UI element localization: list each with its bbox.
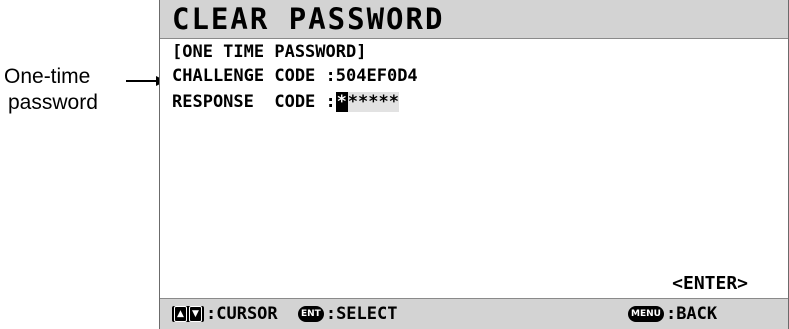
response-code-row[interactable]: RESPONSE CODE :****** — [172, 92, 399, 112]
softkey-bar: ▲ ▼:CURSOR ENT:SELECT MENU:BACK — [160, 298, 788, 329]
callout-line-2: password — [8, 91, 98, 114]
device-screen: CLEAR PASSWORD [ONE TIME PASSWORD] CHALL… — [159, 0, 789, 329]
challenge-code-value: 504EF0D4 — [335, 66, 418, 86]
select-hint: ENT:SELECT — [298, 304, 397, 324]
screen-title: CLEAR PASSWORD — [172, 2, 445, 36]
challenge-code-row: CHALLENGE CODE :504EF0D4 — [172, 66, 418, 86]
menu-key-icon: MENU — [628, 306, 664, 322]
response-code-separator: : — [315, 92, 336, 112]
select-hint-label: :SELECT — [325, 304, 398, 324]
response-code-label: RESPONSE CODE — [172, 92, 316, 112]
cursor-hint-label: :CURSOR — [206, 304, 278, 324]
ent-key-icon: ENT — [298, 306, 324, 322]
callout-annotation: One-time password — [0, 0, 166, 130]
up-down-key-icon: ▲ ▼ — [172, 306, 204, 322]
response-code-masked: ***** — [347, 92, 399, 112]
challenge-code-label: CHALLENGE CODE — [172, 66, 316, 86]
down-arrow-icon: ▼ — [189, 306, 202, 322]
response-code-input[interactable]: ****** — [335, 92, 399, 112]
section-header: [ONE TIME PASSWORD] — [172, 42, 367, 62]
challenge-code-separator: : — [315, 66, 336, 86]
input-cursor: * — [335, 92, 348, 112]
enter-button[interactable]: <ENTER> — [672, 273, 748, 294]
cursor-hint: ▲ ▼:CURSOR — [172, 304, 278, 324]
up-arrow-icon: ▲ — [174, 306, 187, 322]
title-bar: CLEAR PASSWORD — [160, 0, 788, 39]
callout-line-1: One-time — [4, 65, 91, 88]
back-hint: MENU:BACK — [628, 304, 717, 324]
back-hint-label: :BACK — [665, 304, 718, 324]
